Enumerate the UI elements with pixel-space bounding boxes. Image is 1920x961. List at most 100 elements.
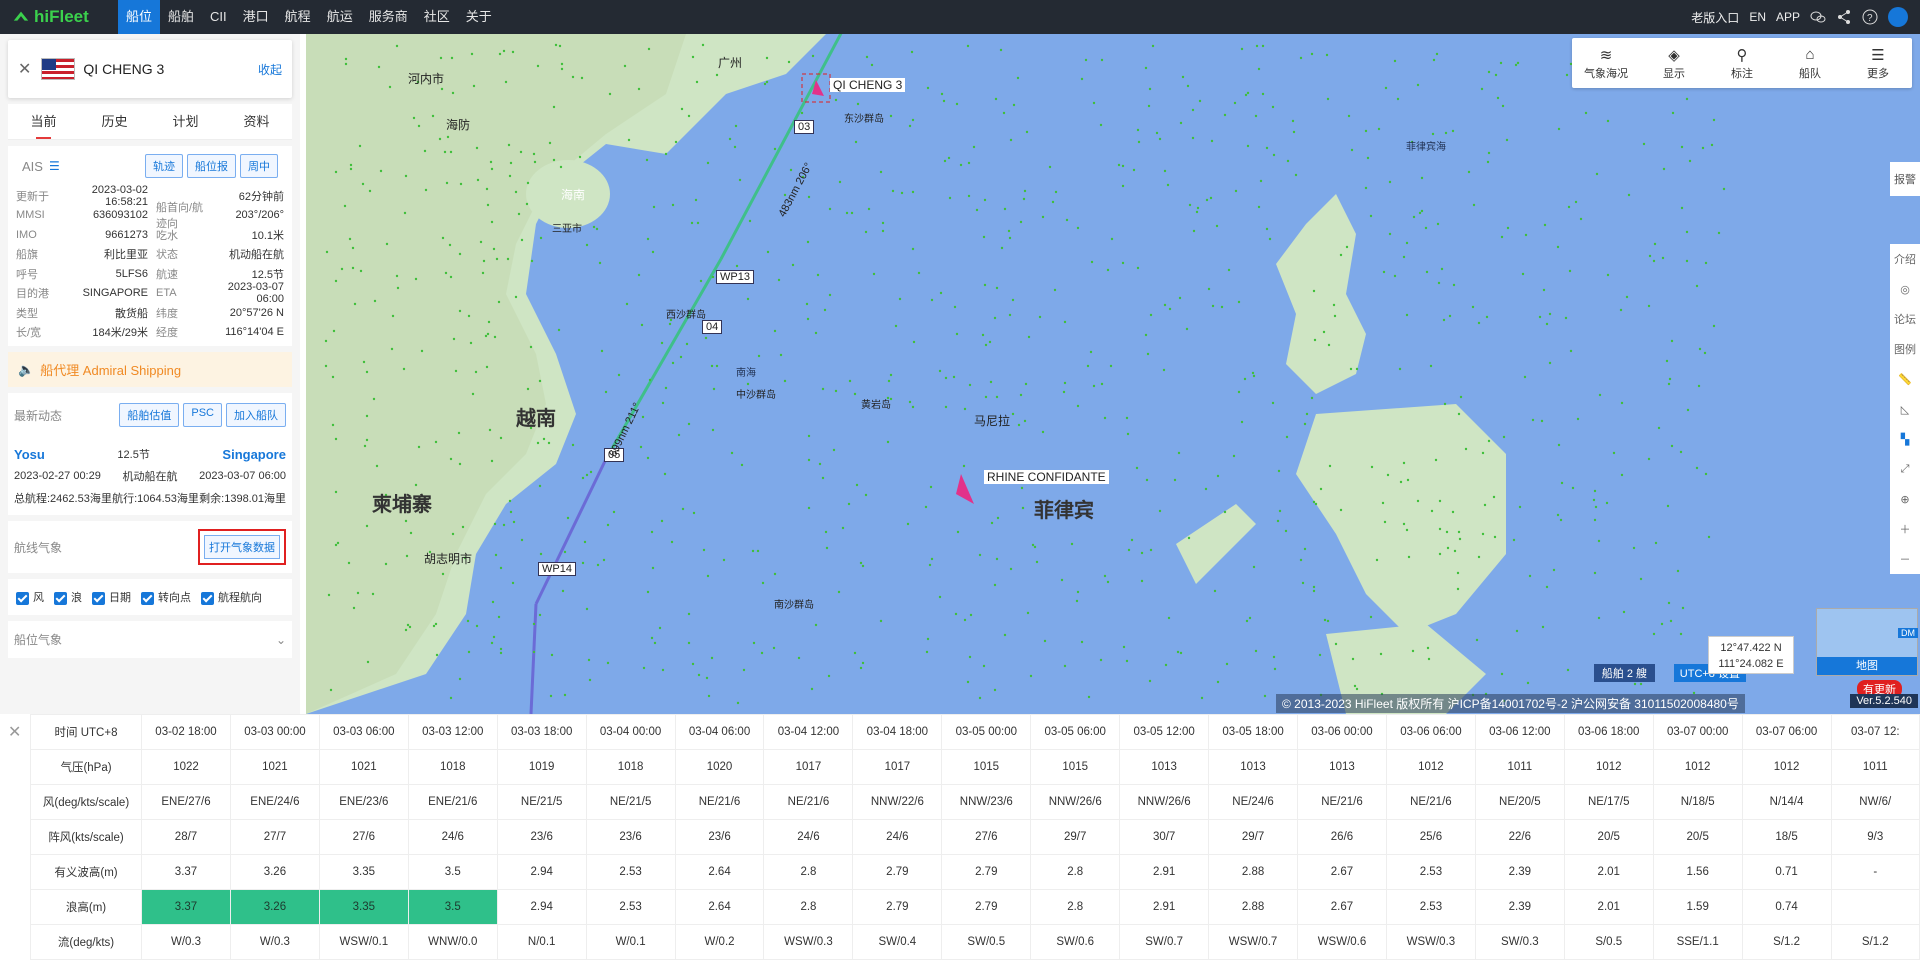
ais-dot — [954, 612, 958, 616]
ais-dot — [1541, 625, 1545, 629]
ship-label-qicheng3[interactable]: QI CHENG 3 — [830, 78, 906, 92]
map-tool-pin[interactable]: ⚲ 标注 — [1708, 38, 1776, 88]
map-canvas[interactable]: QI CHENG 3 RHINE CONFIDANTE 越南 柬埔寨 菲律宾 马… — [306, 34, 1920, 714]
ais-dot — [1103, 574, 1107, 578]
lang-en-link[interactable]: EN — [1749, 10, 1766, 24]
weather-checkbox[interactable]: 风 — [16, 589, 44, 605]
waypoint-03[interactable]: 03 — [794, 120, 815, 134]
hifleet-logo[interactable]: hiFleet — [0, 7, 118, 27]
help-icon[interactable]: ? — [1862, 9, 1878, 25]
nav-item[interactable]: CII — [202, 0, 235, 34]
nav-item[interactable]: 航程 — [277, 0, 319, 34]
ship-count-badge[interactable]: 船舶 2 艘 — [1593, 664, 1655, 682]
forum-tool[interactable]: 论坛 — [1890, 304, 1920, 334]
wechat-icon[interactable] — [1810, 9, 1826, 25]
ais-dot — [705, 676, 709, 680]
flag-tool-icon[interactable]: ▚ — [1890, 424, 1920, 454]
table-cell: ENE/23/6 — [318, 784, 409, 820]
angle-icon[interactable]: ◺ — [1890, 394, 1920, 424]
legend-tool[interactable]: 图例 — [1890, 334, 1920, 364]
departure-port[interactable]: Yosu — [14, 447, 45, 462]
weather-checkbox[interactable]: 转向点 — [141, 589, 191, 605]
waypoint-wp14[interactable]: WP14 — [538, 562, 576, 576]
ship-tab[interactable]: 当前 — [8, 104, 79, 139]
minimap-label[interactable]: 地图 — [1817, 657, 1917, 675]
ais-dot — [1704, 472, 1708, 476]
psc-button[interactable]: PSC — [183, 403, 222, 427]
info-v[interactable]: SINGAPORE — [52, 287, 156, 299]
ais-dot — [1310, 396, 1314, 400]
nav-item[interactable]: 社区 — [416, 0, 458, 34]
position-weather-header[interactable]: 船位气象 ⌄ — [8, 621, 292, 658]
nav-item[interactable]: 关于 — [458, 0, 500, 34]
ais-dot — [1145, 478, 1149, 482]
ais-dot — [549, 694, 553, 698]
table-cell: 1017 — [763, 749, 854, 785]
minimap[interactable]: 地图 — [1816, 608, 1918, 676]
ais-dot — [363, 444, 367, 448]
ais-dot — [600, 349, 604, 353]
ais-dot — [1398, 367, 1402, 371]
ship-tab[interactable]: 资料 — [221, 104, 292, 139]
ais-dot — [855, 483, 859, 487]
ruler-icon[interactable]: 📏 — [1890, 364, 1920, 394]
layer-icon[interactable]: ◎ — [1890, 274, 1920, 304]
ais-dot — [451, 532, 455, 536]
ship-rhine-confidante-icon[interactable] — [956, 474, 974, 504]
nav-item[interactable]: 船位 — [118, 0, 161, 34]
open-weather-data-button[interactable]: 打开气象数据 — [204, 535, 280, 559]
map-tool-menu[interactable]: ☰ 更多 — [1844, 38, 1912, 88]
locate-icon[interactable]: ⊕ — [1890, 484, 1920, 514]
label-hanoi: 河内市 — [408, 72, 445, 86]
nav-item[interactable]: 港口 — [235, 0, 277, 34]
fullscreen-icon[interactable]: ⤢ — [1890, 454, 1920, 484]
ais-dot — [598, 261, 602, 265]
nav-item[interactable]: 航运 — [319, 0, 361, 34]
map-tool-wind[interactable]: ≋ 气象海况 — [1572, 38, 1640, 88]
weather-checkbox[interactable]: 浪 — [54, 589, 82, 605]
main-nav: 船位 船舶 CII 港口 航程 航运 服务商 社区 关于 — [118, 0, 500, 34]
ais-dot — [761, 581, 765, 585]
close-icon[interactable]: ✕ — [8, 722, 21, 742]
close-icon[interactable]: ✕ — [18, 59, 31, 79]
table-cell: 2.39 — [1474, 889, 1565, 925]
ship-tab[interactable]: 历史 — [79, 104, 150, 139]
ship-tab[interactable]: 计划 — [150, 104, 221, 139]
zoom-in-icon[interactable]: ＋ — [1890, 514, 1920, 544]
list-icon[interactable]: ☰ — [49, 159, 60, 173]
surroundings-button[interactable]: 周中 — [240, 154, 278, 178]
weather-checkbox[interactable]: 航程航向 — [201, 589, 262, 605]
voyage-card: Yosu 12.5节 Singapore 2023-02-27 00:29 机动船在航… — [8, 437, 292, 515]
app-link[interactable]: APP — [1776, 10, 1800, 24]
ais-dot — [1200, 696, 1204, 700]
alarm-button[interactable]: 报警 — [1890, 162, 1920, 196]
valuation-button[interactable]: 船舶估值 — [119, 403, 180, 427]
intro-tool[interactable]: 介绍 — [1890, 244, 1920, 274]
dm-badge[interactable]: DM — [1898, 628, 1918, 638]
arrival-port[interactable]: Singapore — [222, 447, 286, 462]
weather-checkbox[interactable]: 日期 — [92, 589, 131, 605]
nav-item[interactable]: 船舶 — [160, 0, 202, 34]
ais-dot — [466, 619, 470, 623]
waypoint-04[interactable]: 04 — [702, 320, 723, 334]
waypoint-wp13[interactable]: WP13 — [716, 270, 754, 284]
position-report-button[interactable]: 船位报 — [187, 154, 236, 178]
agent-banner[interactable]: 🔈 船代理 Admiral Shipping — [8, 352, 292, 387]
collapse-link[interactable]: 收起 — [258, 61, 282, 78]
old-version-link[interactable]: 老版入口 — [1691, 9, 1739, 26]
ais-dot — [1252, 565, 1256, 569]
share-icon[interactable] — [1836, 9, 1852, 25]
ais-dot — [837, 590, 841, 594]
map-tool-layers[interactable]: ◈ 显示 — [1640, 38, 1708, 88]
table-cell: 2.88 — [1208, 889, 1299, 925]
zoom-out-icon[interactable]: － — [1890, 544, 1920, 574]
user-avatar[interactable] — [1888, 7, 1908, 27]
track-button[interactable]: 轨迹 — [145, 154, 183, 178]
ais-dot — [1632, 546, 1636, 550]
ais-dot — [497, 300, 501, 304]
ship-label-rhine[interactable]: RHINE CONFIDANTE — [984, 470, 1109, 484]
ais-dot — [898, 297, 902, 301]
add-fleet-button[interactable]: 加入船队 — [226, 403, 286, 427]
map-tool-fleet[interactable]: ⌂ 船队 — [1776, 38, 1844, 88]
nav-item[interactable]: 服务商 — [361, 0, 416, 34]
